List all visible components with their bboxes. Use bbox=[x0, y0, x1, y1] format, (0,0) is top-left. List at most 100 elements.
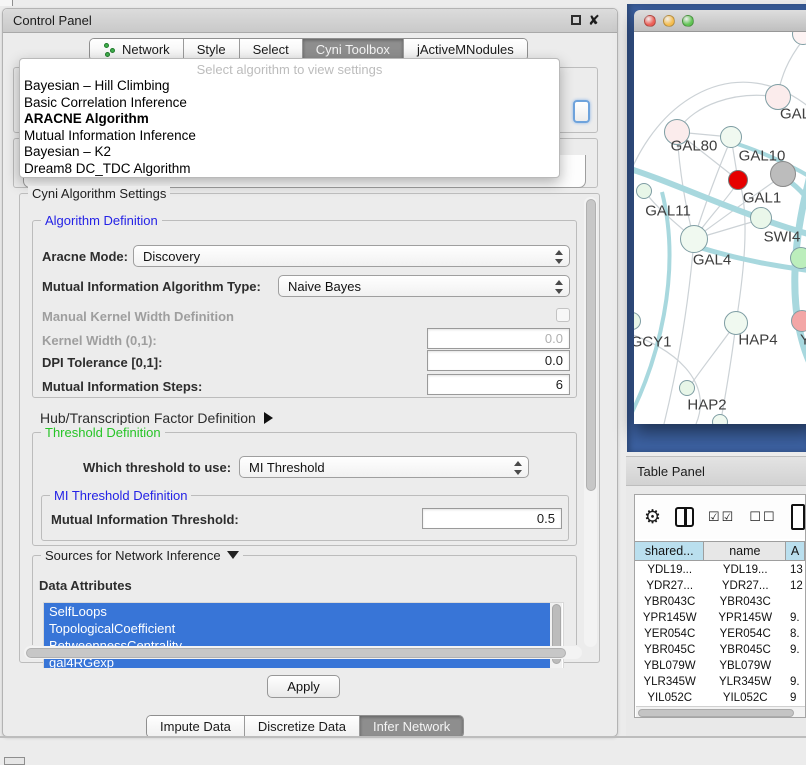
table-panel-title: Table Panel bbox=[637, 464, 705, 479]
mi-threshold-input[interactable]: 0.5 bbox=[422, 508, 562, 529]
column-header-a[interactable]: A bbox=[786, 542, 805, 560]
table-horizontal-scrollbar[interactable] bbox=[636, 706, 805, 717]
combo-arrows-icon bbox=[554, 280, 564, 294]
algorithm-item-dream8-dc-tdc-algorithm[interactable]: Dream8 DC_TDC Algorithm bbox=[20, 161, 559, 178]
network-node[interactable] bbox=[750, 207, 772, 229]
close-icon[interactable]: ✘ bbox=[588, 12, 600, 29]
table-row[interactable]: YBR043CYBR043C bbox=[635, 594, 805, 610]
table-row[interactable]: YBL079WYBL079W bbox=[635, 658, 805, 674]
table-row[interactable]: YPR145WYPR145W9. bbox=[635, 610, 805, 626]
algorithm-item-mutual-information-inference[interactable]: Mutual Information Inference bbox=[20, 128, 559, 145]
table-cell: 8. bbox=[786, 626, 805, 642]
tab-jactivemnodules[interactable]: jActiveMNodules bbox=[404, 39, 527, 60]
network-node[interactable] bbox=[770, 161, 796, 187]
scrollbar-thumb[interactable] bbox=[26, 648, 566, 658]
node-label-hap4: HAP4 bbox=[738, 332, 777, 349]
scrollbar-thumb[interactable] bbox=[586, 199, 596, 491]
network-node[interactable] bbox=[679, 380, 695, 396]
table-header-row: shared...nameA bbox=[635, 541, 805, 561]
network-node[interactable] bbox=[712, 414, 728, 424]
tab-network[interactable]: Network bbox=[90, 39, 184, 60]
tab-style[interactable]: Style bbox=[184, 39, 240, 60]
threshold-definition-group: Threshold Definition Which threshold to … bbox=[32, 432, 577, 546]
bottom-tabbar: Impute Data Discretize DataInfer Network bbox=[146, 715, 464, 738]
table-cell bbox=[786, 594, 805, 610]
column-header-name[interactable]: name bbox=[704, 542, 786, 560]
unselect-all-columns-icon[interactable]: ☐☐ bbox=[749, 510, 776, 525]
aracne-mode-combobox[interactable]: Discovery bbox=[133, 245, 570, 267]
manual-kernel-checkbox[interactable] bbox=[556, 308, 570, 322]
hub-definition-toggle[interactable]: Hub/Transcription Factor Definition bbox=[40, 410, 273, 426]
table-row[interactable]: YLR345WYLR345W9. bbox=[635, 674, 805, 690]
network-node[interactable] bbox=[636, 183, 652, 199]
control-panel-title: Control Panel bbox=[13, 13, 92, 28]
control-panel-titlebar[interactable]: Control Panel ✘ bbox=[3, 9, 617, 33]
settings-vertical-scrollbar[interactable] bbox=[584, 197, 597, 647]
table-cell: YPR145W bbox=[635, 610, 704, 626]
popup-placeholder: Select algorithm to view settings bbox=[20, 61, 559, 78]
table-cell: YER054C bbox=[704, 626, 786, 642]
which-threshold-value: MI Threshold bbox=[249, 460, 325, 475]
minimize-traffic-light[interactable] bbox=[663, 15, 675, 27]
table-cell: YLR345W bbox=[635, 674, 704, 690]
network-node[interactable] bbox=[790, 247, 806, 269]
network-node[interactable] bbox=[728, 170, 748, 190]
network-node[interactable] bbox=[680, 225, 708, 253]
table-row[interactable]: YER054CYER054C8. bbox=[635, 626, 805, 642]
bottom-left-button-fragment[interactable] bbox=[4, 757, 25, 765]
apply-button[interactable]: Apply bbox=[267, 675, 340, 698]
which-threshold-combobox[interactable]: MI Threshold bbox=[239, 456, 529, 478]
zoom-traffic-light[interactable] bbox=[682, 15, 694, 27]
table-cell: YDL19... bbox=[635, 562, 704, 578]
settings-horizontal-scrollbar[interactable] bbox=[24, 646, 582, 659]
scrollbar-thumb[interactable] bbox=[638, 709, 794, 717]
columns-icon[interactable] bbox=[675, 507, 694, 527]
sources-toggle[interactable]: Sources for Network Inference bbox=[41, 548, 243, 563]
export-table-icon[interactable] bbox=[791, 504, 805, 530]
mi-steps-input[interactable]: 6 bbox=[427, 374, 570, 395]
attribute-item-topologicalcoefficient[interactable]: TopologicalCoefficient bbox=[44, 620, 550, 637]
table-panel-titlebar[interactable]: Table Panel bbox=[626, 456, 806, 486]
dpi-tolerance-input[interactable]: 0.0 bbox=[427, 350, 570, 371]
tab-infer-network[interactable]: Infer Network bbox=[360, 716, 463, 737]
chevron-down-icon bbox=[227, 551, 239, 559]
algorithm-definition-group: Algorithm Definition Aracne Mode: Discov… bbox=[32, 220, 577, 398]
table-cell: YIL052C bbox=[635, 690, 704, 705]
node-label-gal10: GAL10 bbox=[739, 148, 786, 165]
tab-cyni-toolbox[interactable]: Cyni Toolbox bbox=[303, 39, 404, 60]
network-node[interactable] bbox=[720, 126, 742, 148]
tab-label: Impute Data bbox=[160, 719, 231, 734]
tab-discretize-data[interactable]: Discretize Data bbox=[245, 716, 360, 737]
attribute-item-selfloops[interactable]: SelfLoops bbox=[44, 603, 550, 620]
algorithm-item-bayesian-hill-climbing[interactable]: Bayesian – Hill Climbing bbox=[20, 78, 559, 95]
table-cell: YBR045C bbox=[635, 642, 704, 658]
algorithm-item-aracne-algorithm[interactable]: ARACNE Algorithm bbox=[20, 111, 559, 128]
algorithm-item-basic-correlation-inference[interactable]: Basic Correlation Inference bbox=[20, 95, 559, 112]
node-label-gal: GAL bbox=[780, 106, 806, 123]
table-toolbar: ⚙ ☑☑ ☐☐ bbox=[635, 495, 805, 539]
float-window-icon[interactable] bbox=[571, 15, 581, 25]
table-row[interactable]: YBR045CYBR045C9. bbox=[635, 642, 805, 658]
network-view-window: GALGAL80GAL10GAL1GAL11GAL4SWI4GCY1HAP4YH… bbox=[634, 10, 806, 424]
table-row[interactable]: YDL19...YDL19...13 bbox=[635, 562, 805, 578]
network-node[interactable] bbox=[791, 310, 806, 332]
kernel-width-input[interactable]: 0.0 bbox=[427, 328, 570, 349]
network-canvas[interactable]: GALGAL80GAL10GAL1GAL11GAL4SWI4GCY1HAP4YH… bbox=[634, 32, 806, 424]
table-row[interactable]: YDR27...YDR27...12 bbox=[635, 578, 805, 594]
close-traffic-light[interactable] bbox=[644, 15, 656, 27]
select-all-columns-icon[interactable]: ☑☑ bbox=[708, 510, 735, 525]
algorithm-item-bayesian-k2[interactable]: Bayesian – K2 bbox=[20, 144, 559, 161]
tab-select[interactable]: Select bbox=[240, 39, 303, 60]
column-header-shared[interactable]: shared... bbox=[635, 542, 704, 560]
tab-impute-data[interactable]: Impute Data bbox=[147, 716, 245, 737]
network-window-titlebar[interactable] bbox=[634, 10, 806, 32]
network-icon bbox=[103, 43, 117, 57]
table-cell: YBR045C bbox=[704, 642, 786, 658]
which-threshold-label: Which threshold to use: bbox=[83, 460, 231, 475]
mi-algorithm-type-combobox[interactable]: Naive Bayes bbox=[278, 275, 570, 297]
combo-arrows-icon bbox=[513, 461, 523, 475]
table-row[interactable]: YIL052CYIL052C9 bbox=[635, 690, 805, 705]
gear-icon[interactable]: ⚙ bbox=[644, 508, 661, 527]
mi-type-label: Mutual Information Algorithm Type: bbox=[42, 279, 261, 294]
algorithm-combobox-button-fragment[interactable] bbox=[573, 100, 590, 123]
